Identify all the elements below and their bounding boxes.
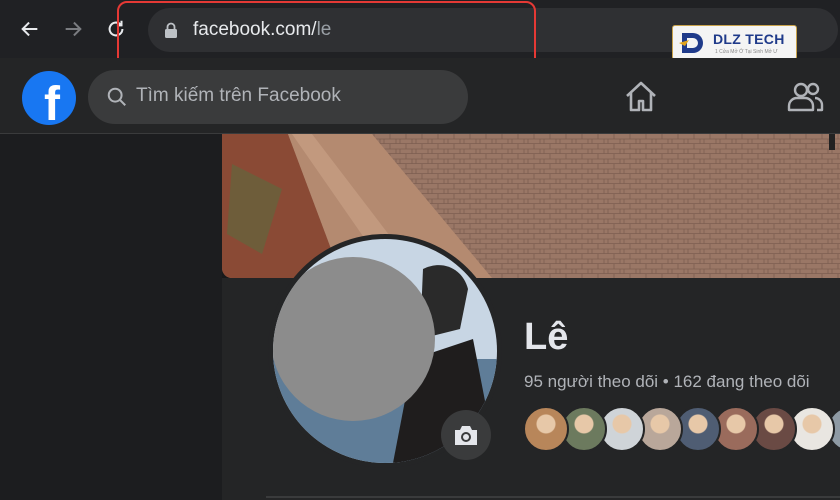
search-icon — [107, 87, 126, 106]
back-button[interactable] — [15, 14, 45, 44]
left-panel — [0, 134, 222, 500]
follower-stats[interactable]: 95 người theo dõi • 162 đang theo dõi — [524, 372, 810, 392]
friends-icon[interactable] — [786, 78, 824, 116]
facebook-search-box[interactable]: Tìm kiếm trên Facebook — [88, 70, 468, 124]
friend-avatar[interactable] — [523, 406, 569, 452]
dlz-logo-icon — [679, 33, 703, 53]
dlz-tech-logo: DLZ TECH 1 Cửa Mở Ở Tại Sinh Mở Ư — [672, 25, 797, 60]
facebook-header: f Tìm kiếm trên Facebook — [0, 58, 840, 134]
dlz-tagline: 1 Cửa Mở Ở Tại Sinh Mở Ư — [715, 49, 778, 55]
search-placeholder: Tìm kiếm trên Facebook — [136, 85, 341, 106]
back-icon — [21, 21, 38, 37]
home-icon[interactable] — [622, 78, 660, 116]
facebook-logo[interactable]: f — [22, 71, 76, 125]
update-avatar-button[interactable] — [441, 410, 491, 460]
divider — [266, 496, 840, 498]
dlz-brand: DLZ TECH — [713, 31, 785, 47]
profile-name: Lê — [524, 316, 569, 358]
forward-button[interactable] — [58, 14, 88, 44]
forward-icon — [65, 21, 82, 37]
camera-icon — [455, 426, 477, 445]
